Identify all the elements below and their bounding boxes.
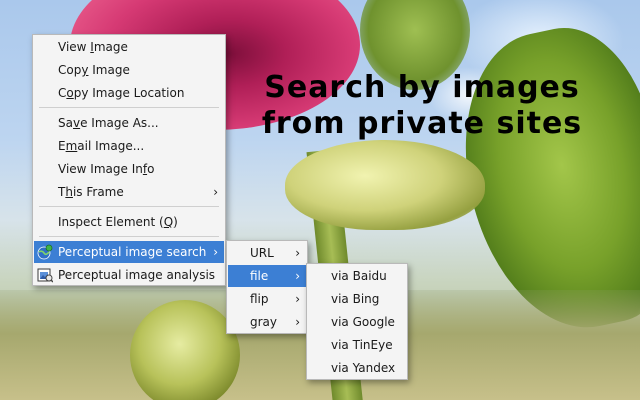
submenu-item-flip[interactable]: flip ›	[228, 288, 306, 310]
file-item-via-yandex[interactable]: via Yandex	[308, 357, 406, 379]
overlay-caption: Search by images from private sites	[238, 70, 606, 142]
menu-item-perceptual-image-search[interactable]: Perceptual image search ›	[34, 241, 224, 263]
file-item-via-bing[interactable]: via Bing	[308, 288, 406, 310]
context-menu: View Image Copy Image Copy Image Locatio…	[32, 34, 226, 286]
menu-item-view-image-info[interactable]: View Image Info	[34, 158, 224, 180]
file-item-via-baidu[interactable]: via Baidu	[308, 265, 406, 287]
menu-item-view-image[interactable]: View Image	[34, 36, 224, 58]
menu-separator	[39, 236, 219, 237]
chevron-right-icon: ›	[295, 269, 300, 283]
menu-separator	[39, 107, 219, 108]
menu-item-this-frame[interactable]: This Frame ›	[34, 181, 224, 203]
globe-search-icon	[37, 244, 53, 260]
submenu-item-gray[interactable]: gray ›	[228, 311, 306, 333]
menu-item-perceptual-image-analysis[interactable]: Perceptual image analysis	[34, 264, 224, 286]
menu-item-copy-image[interactable]: Copy Image	[34, 59, 224, 81]
chevron-right-icon: ›	[295, 315, 300, 329]
chevron-right-icon: ›	[213, 185, 218, 199]
menu-item-inspect-element[interactable]: Inspect Element (Q)	[34, 211, 224, 233]
caption-line-2: from private sites	[261, 106, 583, 141]
menu-item-copy-image-location[interactable]: Copy Image Location	[34, 82, 224, 104]
chevron-right-icon: ›	[295, 292, 300, 306]
menu-item-email-image[interactable]: Email Image...	[34, 135, 224, 157]
submenu-item-url[interactable]: URL ›	[228, 242, 306, 264]
image-analysis-icon	[37, 268, 53, 283]
search-submenu: URL › file › flip › gray ›	[226, 240, 308, 334]
flower-bud	[130, 300, 240, 400]
submenu-item-file[interactable]: file ›	[228, 265, 306, 287]
file-submenu: via Baidu via Bing via Google via TinEye…	[306, 263, 408, 380]
chevron-right-icon: ›	[213, 245, 218, 259]
flower-bud	[285, 140, 485, 230]
file-item-via-tineye[interactable]: via TinEye	[308, 334, 406, 356]
chevron-right-icon: ›	[295, 246, 300, 260]
caption-line-1: Search by images	[264, 70, 580, 105]
menu-separator	[39, 206, 219, 207]
file-item-via-google[interactable]: via Google	[308, 311, 406, 333]
menu-item-save-image-as[interactable]: Save Image As...	[34, 112, 224, 134]
